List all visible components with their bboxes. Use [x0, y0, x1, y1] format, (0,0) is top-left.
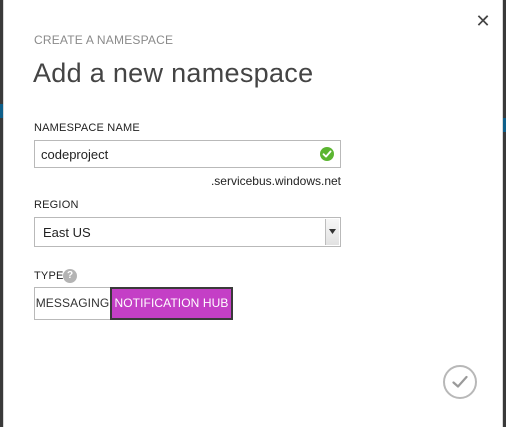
region-selected-value: East US — [43, 225, 91, 240]
namespace-name-label: NAMESPACE NAME — [34, 122, 140, 134]
region-select[interactable]: East US — [34, 217, 341, 247]
dropdown-button[interactable] — [325, 219, 339, 245]
type-label: TYPE — [34, 270, 64, 282]
help-icon[interactable]: ? — [63, 269, 77, 283]
namespace-name-field[interactable] — [34, 140, 341, 168]
check-circle-icon — [320, 147, 334, 161]
create-namespace-dialog: ✕ CREATE A NAMESPACE Add a new namespace… — [3, 0, 503, 427]
close-button[interactable]: ✕ — [474, 12, 492, 30]
namespace-name-input[interactable] — [41, 145, 311, 163]
chevron-down-icon — [329, 229, 336, 234]
checkmark-icon — [452, 375, 468, 388]
namespace-domain-suffix: .servicebus.windows.net — [210, 174, 341, 188]
page-title: Add a new namespace — [33, 58, 314, 88]
confirm-button[interactable] — [443, 365, 477, 399]
close-icon: ✕ — [475, 11, 491, 31]
type-option-messaging[interactable]: MESSAGING — [34, 287, 110, 320]
region-label: REGION — [34, 199, 79, 211]
type-option-notification-hub[interactable]: NOTIFICATION HUB — [110, 287, 233, 320]
dialog-eyebrow: CREATE A NAMESPACE — [34, 33, 174, 47]
